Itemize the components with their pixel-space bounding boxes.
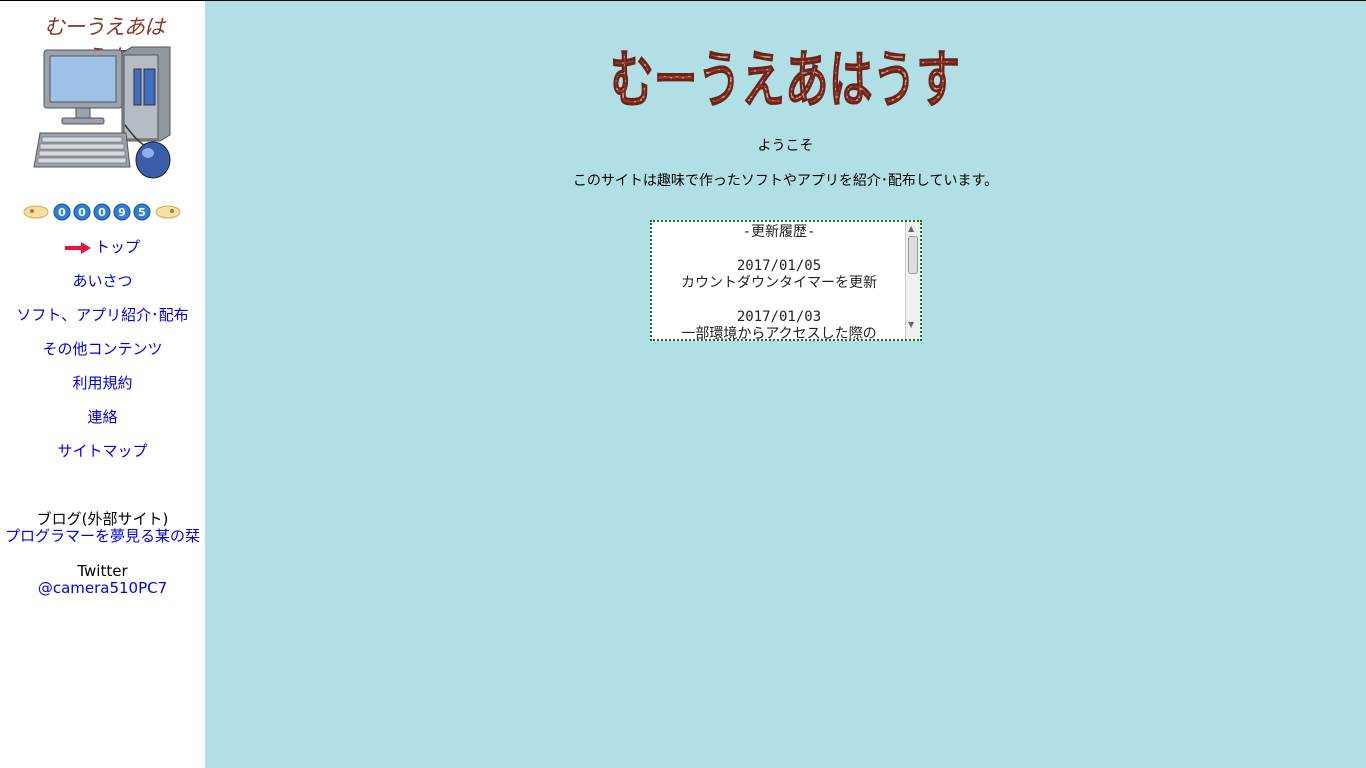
sidebar-item-terms[interactable]: 利用規約: [0, 373, 205, 407]
intro-text: このサイトは趣味で作ったソフトやアプリを紹介･配布しています。: [572, 173, 999, 189]
blog-section: ブログ(外部サイト) プログラマーを夢見る某の栞: [0, 511, 205, 545]
svg-text:0: 0: [78, 206, 86, 219]
counter-digit: 0: [93, 203, 111, 221]
counter-digit: 0: [53, 203, 71, 221]
twitter-label: Twitter: [77, 562, 128, 580]
svg-text:0: 0: [58, 206, 66, 219]
sidebar-item-contact[interactable]: 連絡: [0, 407, 205, 441]
nav-label-top: トップ: [94, 238, 140, 256]
current-page-arrow-icon: [64, 241, 91, 254]
counter-digit: 5: [133, 203, 151, 221]
counter-ornament-right: [155, 205, 181, 219]
main-content: むーうえあはうす ようこそ このサイトは趣味で作ったソフトやアプリを紹介･配布し…: [205, 1, 1366, 768]
scrollbar-thumb[interactable]: [908, 236, 918, 274]
update-history-content: -更新履歴- 2017/01/05 カウントダウンタイマーを更新 2017/01…: [652, 222, 906, 341]
counter-digit: 0: [73, 203, 91, 221]
history-text: カウントダウンタイマーを更新: [681, 275, 877, 291]
history-text: 一部環境からアクセスした際の: [681, 326, 877, 341]
counter-ornament-left: [23, 205, 49, 219]
welcome-text: ようこそ: [757, 138, 814, 154]
access-counter: 00095: [23, 203, 181, 221]
sidebar-item-other-content[interactable]: その他コンテンツ: [0, 339, 205, 373]
counter-digit: 9: [113, 203, 131, 221]
twitter-link[interactable]: @camera510PC7: [0, 580, 205, 597]
history-scrollbar[interactable]: ▲ ▼: [905, 222, 920, 339]
history-entry: 2017/01/03 一部環境からアクセスした際の: [652, 309, 906, 341]
sidebar-item-software[interactable]: ソフト、アプリ紹介･配布: [0, 305, 205, 339]
sidebar-item-top[interactable]: トップ: [0, 237, 205, 271]
svg-text:0: 0: [98, 206, 106, 219]
svg-text:5: 5: [138, 206, 146, 219]
sidebar-item-sitemap[interactable]: サイトマップ: [0, 441, 205, 475]
scroll-up-arrow-icon[interactable]: ▲: [908, 224, 914, 233]
site-title-text: むーうえあはうす: [610, 43, 960, 116]
computer-icon: [33, 46, 171, 179]
blog-label: ブログ(外部サイト): [36, 510, 169, 528]
sidebar-item-greeting[interactable]: あいさつ: [0, 271, 205, 305]
history-date: 2017/01/03: [736, 309, 822, 325]
history-header: -更新履歴-: [742, 224, 816, 240]
blog-link[interactable]: プログラマーを夢見る某の栞: [0, 528, 205, 545]
history-entry: 2017/01/05 カウントダウンタイマーを更新: [652, 258, 906, 292]
twitter-section: Twitter @camera510PC7: [0, 563, 205, 597]
sidebar: むーうえあはうす 00095: [0, 1, 205, 768]
svg-text:9: 9: [118, 206, 126, 219]
history-date: 2017/01/05: [736, 258, 822, 274]
scroll-down-arrow-icon[interactable]: ▼: [908, 320, 914, 329]
sidebar-nav: トップ あいさつ ソフト、アプリ紹介･配布 その他コンテンツ 利用規約 連絡 サ…: [0, 237, 205, 475]
site-title-logo: むーうえあはうす: [610, 43, 961, 117]
update-history-box[interactable]: -更新履歴- 2017/01/05 カウントダウンタイマーを更新 2017/01…: [650, 220, 922, 341]
